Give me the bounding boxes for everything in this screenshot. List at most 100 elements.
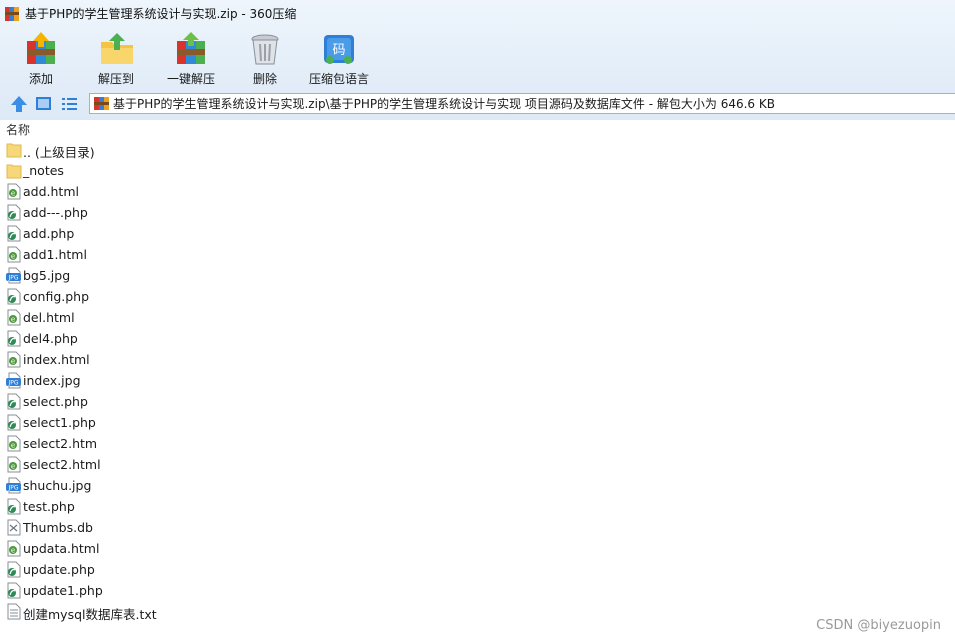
navigation-bar: 基于PHP的学生管理系统设计与实现.zip\基于PHP的学生管理系统设计与实现 … [0, 91, 955, 116]
html-file-icon: e [6, 246, 22, 263]
html-file-icon: e [6, 540, 22, 557]
archive-language-label: 压缩包语言 [308, 72, 369, 86]
thumbnail-view-icon [36, 97, 51, 110]
file-name: test.php [23, 499, 75, 514]
file-name: 创建mysql数据库表.txt [23, 607, 157, 622]
file-row[interactable]: update1.php [0, 580, 955, 601]
file-row[interactable]: e index.html [0, 349, 955, 370]
view-list-button[interactable] [60, 94, 80, 114]
toolbar: 添加 解压到 一键解压 删除 码 压缩包语言 [0, 27, 380, 90]
file-row[interactable]: e add.html [0, 181, 955, 202]
file-name: add1.html [23, 247, 87, 262]
file-name: update.php [23, 562, 95, 577]
html-file-icon: e [6, 456, 22, 473]
file-row[interactable]: JPG bg5.jpg [0, 265, 955, 286]
up-arrow-icon [11, 96, 27, 112]
file-row[interactable]: _notes [0, 160, 955, 181]
name-column-label: 名称 [6, 123, 31, 137]
php-file-icon [6, 288, 22, 305]
svg-text:e: e [11, 316, 15, 324]
folder-icon [6, 141, 22, 158]
file-name: del4.php [23, 331, 78, 346]
file-name: update1.php [23, 583, 103, 598]
one-click-extract-icon [177, 32, 205, 64]
svg-text:e: e [11, 463, 15, 471]
view-thumbnails-button[interactable] [34, 94, 54, 114]
html-file-icon: e [6, 351, 22, 368]
php-file-icon [6, 561, 22, 578]
file-row[interactable]: select.php [0, 391, 955, 412]
file-row[interactable]: e updata.html [0, 538, 955, 559]
file-row[interactable]: config.php [0, 286, 955, 307]
file-row[interactable]: test.php [0, 496, 955, 517]
html-file-icon: e [6, 309, 22, 326]
file-row[interactable]: Thumbs.db [0, 517, 955, 538]
file-name: add.html [23, 184, 79, 199]
php-file-icon [6, 204, 22, 221]
up-level-button[interactable] [9, 94, 29, 114]
html-file-icon: e [6, 183, 22, 200]
file-row[interactable]: JPG index.jpg [0, 370, 955, 391]
txt-file-icon [6, 603, 22, 620]
file-name: config.php [23, 289, 90, 304]
extract-to-label: 解压到 [97, 72, 134, 86]
file-name: .. (上级目录) [23, 145, 95, 160]
svg-text:e: e [11, 190, 15, 198]
file-row[interactable]: add---.php [0, 202, 955, 223]
db-file-icon [6, 519, 22, 536]
file-name: index.html [23, 352, 90, 367]
svg-text:JPG: JPG [7, 380, 18, 387]
php-file-icon [6, 582, 22, 599]
file-row[interactable]: add.php [0, 223, 955, 244]
file-name: select2.html [23, 457, 101, 472]
html-file-icon: e [6, 435, 22, 452]
archive-language-button[interactable]: 码 压缩包语言 [298, 27, 380, 90]
file-name: bg5.jpg [23, 268, 71, 283]
archive-language-glyph: 码 [332, 43, 345, 58]
file-row[interactable]: .. (上级目录) [0, 139, 955, 160]
php-file-icon [6, 393, 22, 410]
php-file-icon [6, 498, 22, 515]
extract-to-button[interactable]: 解压到 [82, 27, 150, 90]
file-row[interactable]: e select2.htm [0, 433, 955, 454]
file-row[interactable]: del4.php [0, 328, 955, 349]
file-row[interactable]: JPG shuchu.jpg [0, 475, 955, 496]
file-row[interactable]: select1.php [0, 412, 955, 433]
trash-icon [251, 34, 279, 65]
window-chrome: 基于PHP的学生管理系统设计与实现.zip - 360压缩 添加 解压到 一键解… [0, 0, 955, 120]
file-name: _notes [23, 163, 64, 178]
svg-text:JPG: JPG [7, 485, 18, 492]
file-name: index.jpg [23, 373, 81, 388]
file-row[interactable]: e add1.html [0, 244, 955, 265]
file-name: Thumbs.db [23, 520, 93, 535]
jpg-file-icon: JPG [6, 372, 22, 389]
watermark: CSDN @biyezuopin [816, 618, 941, 633]
path-bar[interactable]: 基于PHP的学生管理系统设计与实现.zip\基于PHP的学生管理系统设计与实现 … [89, 93, 955, 114]
php-file-icon [6, 330, 22, 347]
file-name: add---.php [23, 205, 88, 220]
file-row[interactable]: e del.html [0, 307, 955, 328]
folder-icon [6, 162, 22, 179]
path-text: 基于PHP的学生管理系统设计与实现.zip\基于PHP的学生管理系统设计与实现 … [113, 97, 775, 111]
add-button[interactable]: 添加 [0, 27, 82, 90]
extract-folder-icon [101, 33, 133, 64]
file-row[interactable]: e select2.html [0, 454, 955, 475]
svg-text:e: e [11, 358, 15, 366]
jpg-file-icon: JPG [6, 477, 22, 494]
archive-app-icon [4, 6, 20, 22]
title-bar: 基于PHP的学生管理系统设计与实现.zip - 360压缩 [0, 0, 955, 27]
one-click-extract-button[interactable]: 一键解压 [150, 27, 232, 90]
name-column-header[interactable]: 名称 [0, 120, 955, 137]
one-click-extract-label: 一键解压 [166, 72, 215, 86]
file-name: del.html [23, 310, 75, 325]
add-label: 添加 [28, 72, 53, 86]
file-row[interactable]: 创建mysql数据库表.txt [0, 601, 955, 622]
file-name: updata.html [23, 541, 100, 556]
file-row[interactable]: update.php [0, 559, 955, 580]
file-name: select.php [23, 394, 88, 409]
window-title: 基于PHP的学生管理系统设计与实现.zip - 360压缩 [25, 7, 297, 21]
delete-button[interactable]: 删除 [232, 27, 298, 90]
add-icon [27, 32, 55, 64]
svg-text:JPG: JPG [7, 275, 18, 282]
file-list: .. (上级目录) _notese add.html add---.php add.ph… [0, 139, 955, 622]
